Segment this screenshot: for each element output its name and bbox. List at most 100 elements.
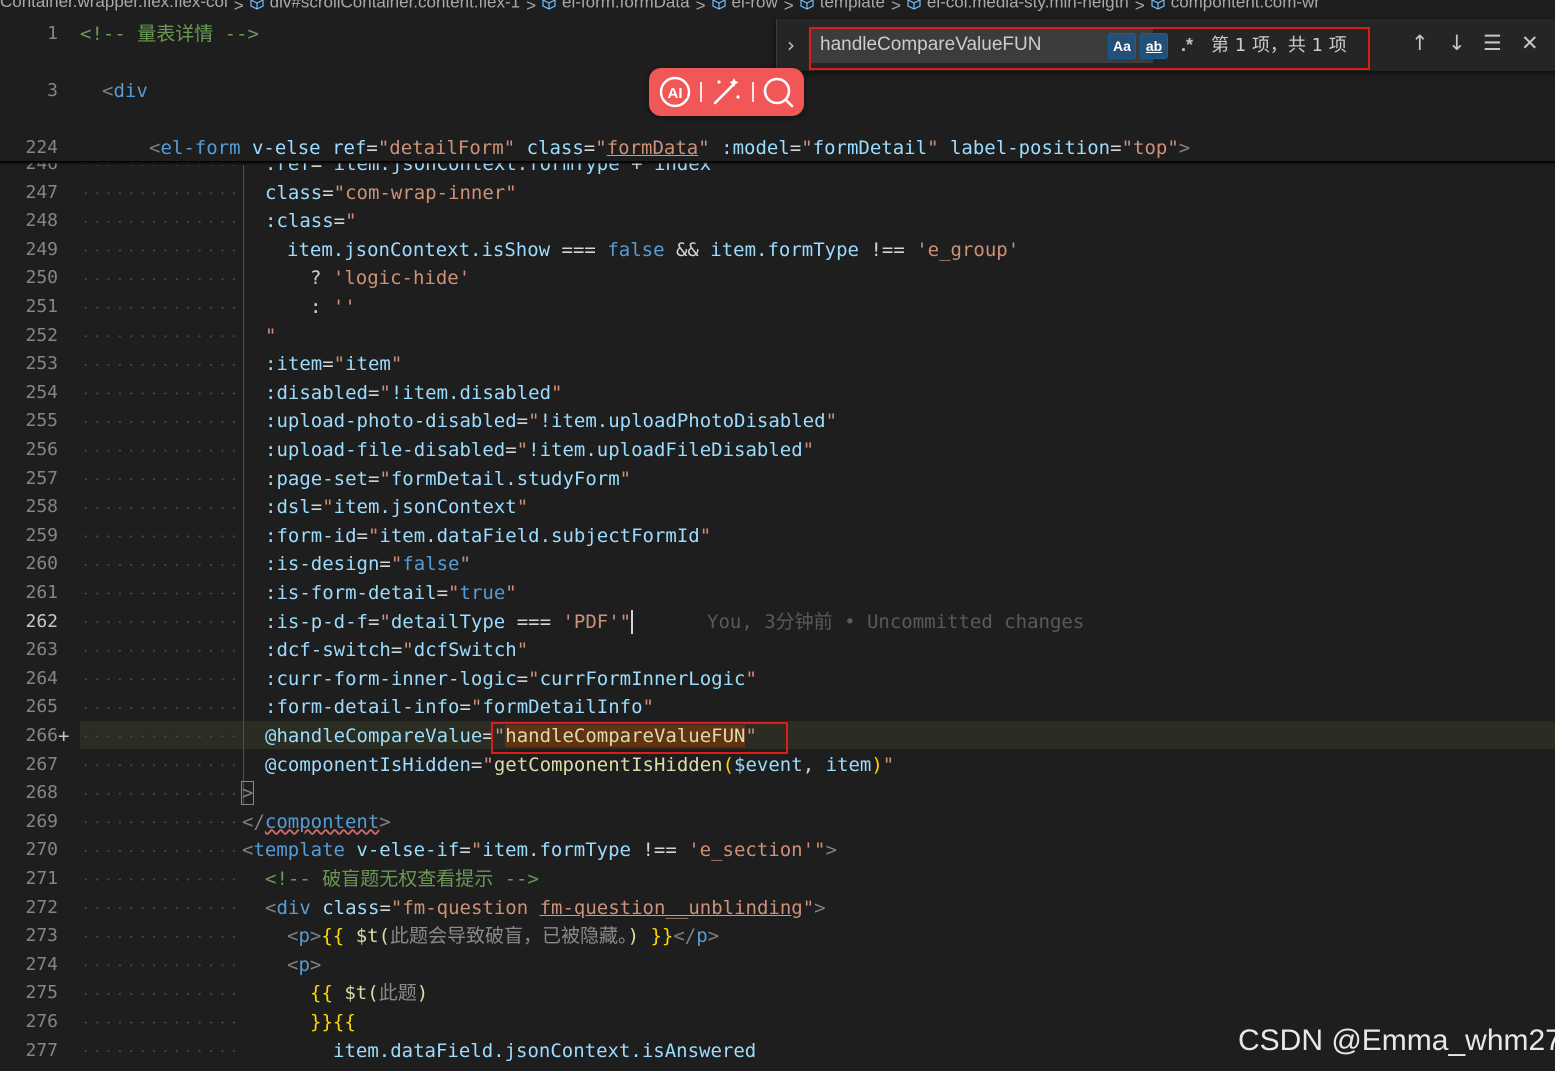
breadcrumb-item[interactable]: div#scrollContainer.content.flex-1 — [250, 0, 520, 10]
code-line[interactable]: 267 @componentIsHidden="getComponentIsHid… — [0, 751, 1555, 780]
code-line[interactable]: 274 <p> — [0, 951, 1555, 980]
code-text: : '' — [310, 296, 356, 318]
code-line[interactable]: 275 {{ $t(此题) — [0, 979, 1555, 1008]
code-line[interactable]: 256 :upload-file-disabled="!item.uploadFi… — [0, 436, 1555, 465]
chevron-right-icon: > — [233, 0, 244, 16]
code-line[interactable]: 264 :curr-form-inner-logic="currFormInner… — [0, 665, 1555, 694]
line-number: 271 — [25, 868, 58, 889]
line-number: 256 — [25, 439, 58, 460]
find-in-selection-icon[interactable]: ☰ — [1483, 31, 1502, 55]
breadcrumb-label: div#scrollContainer.content.flex-1 — [269, 0, 521, 12]
chevron-right-icon: > — [890, 0, 901, 16]
code-text: }}{{ — [310, 1011, 356, 1033]
code-line[interactable]: 247 class="com-wrap-inner" — [0, 179, 1555, 208]
code-text: " — [265, 324, 277, 347]
sticky-line[interactable]: 224 <el-form v-else ref="detailForm" clas… — [0, 134, 1555, 163]
code-line[interactable]: 251: '' — [0, 293, 1555, 322]
code-line[interactable]: 263:dcf-switch="dcfSwitch" — [0, 636, 1555, 665]
code-text: {{ $t(此题) — [310, 982, 429, 1005]
code-line[interactable]: 265 :form-detail-info="formDetailInfo" — [0, 693, 1555, 722]
toolbar-divider — [752, 82, 754, 102]
code-text: </compontent> — [242, 810, 391, 833]
code-text: :upload-photo-disabled="!item.uploadPhot… — [265, 410, 838, 433]
code-line[interactable]: 270 <template v-else-if="item.formType !=… — [0, 836, 1555, 865]
code-text: :form-id="item.dataField.subjectFormId" — [265, 524, 712, 547]
code-line[interactable]: 254:disabled="!item.disabled" — [0, 379, 1555, 408]
chevron-right-icon: > — [526, 0, 537, 16]
line-number: 265 — [25, 696, 58, 718]
code-line[interactable]: 249 item.jsonContext.isShow === false && … — [0, 236, 1555, 265]
line-number: 248 — [25, 210, 58, 232]
code-line[interactable]: 253:item="item" — [0, 350, 1555, 379]
code-line[interactable]: 258:dsl="item.jsonContext" — [0, 493, 1555, 522]
code-line[interactable]: 252 " — [0, 322, 1555, 351]
line-number: 253 — [25, 353, 58, 375]
line-number: 268 — [25, 782, 58, 804]
code-line[interactable]: 271 <!-- 破盲题无权查看提示 --> — [0, 865, 1555, 894]
line-number: 276 — [25, 1011, 58, 1032]
code-line[interactable]: 259:form-id="item.dataField.subjectFormI… — [0, 522, 1555, 551]
code-line[interactable]: 260 :is-design="false" — [0, 550, 1555, 579]
breadcrumb-item[interactable]: template — [800, 0, 885, 10]
code-line[interactable]: 269 </compontent> — [0, 808, 1555, 837]
highlight-box-line — [491, 722, 788, 754]
code-line[interactable]: 255:upload-photo-disabled="!item.uploadP… — [0, 407, 1555, 436]
code-line[interactable]: 248 :class=" — [0, 207, 1555, 236]
line-number: 257 — [25, 467, 58, 489]
search-icon[interactable] — [759, 73, 797, 111]
code-line[interactable]: 262 :is-p-d-f="detailType === 'PDF'" You, … — [0, 608, 1555, 637]
code-line[interactable]: 257 :page-set="formDetail.studyForm" — [0, 465, 1555, 494]
breadcrumb-label: compontent.com-wr — [1170, 0, 1320, 12]
line-number: 249 — [25, 238, 58, 260]
code-text: :is-form-detail="true" — [265, 582, 517, 604]
breadcrumb-item[interactable]: Container.wrapper.flex.flex-col — [0, 0, 228, 12]
line-number: 3 — [47, 80, 58, 102]
line-number: 263 — [25, 639, 58, 661]
code-text: :form-detail-info="formDetailInfo" — [265, 696, 654, 719]
code-line[interactable]: 273 <p>{{ $t(此题会导致破盲，已被隐藏。) }}</p> — [0, 922, 1555, 951]
code-text: :upload-file-disabled="!item.uploadFileD… — [265, 439, 815, 461]
code-line[interactable]: 268 > — [0, 779, 1555, 808]
code-text: <el-form v-else ref="detailForm" class="… — [149, 137, 1191, 160]
code-line[interactable]: 272 <div class="fm-question fm-question__… — [0, 894, 1555, 923]
code-text: :page-set="formDetail.studyForm" — [265, 467, 632, 490]
code-text: :is-design="false" — [265, 553, 471, 576]
code-text: <!-- 破盲题无权查看提示 --> — [265, 868, 539, 890]
breadcrumb-item[interactable]: el-form.formData — [542, 0, 690, 10]
inline-blame: You, 3分钟前 • Uncommitted changes — [707, 610, 1085, 633]
code-text: :curr-form-inner-logic="currFormInnerLog… — [265, 667, 757, 690]
line-number: 269 — [25, 810, 58, 832]
breadcrumb-label: el-row — [731, 0, 778, 12]
breadcrumb: Container.wrapper.flex.flex-col > div#scro… — [0, 0, 1555, 18]
arrow-down-icon[interactable]: ↓ — [1448, 31, 1466, 55]
close-icon[interactable]: ✕ — [1521, 31, 1539, 55]
chevron-right-icon[interactable]: › — [787, 33, 795, 57]
line-number: 264 — [25, 667, 58, 689]
code-text: item.dataField.jsonContext.isAnswered — [333, 1039, 757, 1062]
breadcrumb-label: template — [819, 0, 885, 12]
line-number: 270 — [25, 839, 58, 861]
ai-icon[interactable]: AI — [656, 73, 694, 111]
ai-toolbar: AI — [649, 68, 804, 116]
toolbar-divider — [700, 82, 702, 102]
chevron-right-icon: > — [783, 0, 794, 16]
watermark: CSDN @Emma_whm27 — [1238, 1024, 1555, 1057]
line-number: 261 — [25, 582, 58, 603]
arrow-up-icon[interactable]: ↑ — [1411, 31, 1429, 55]
added-line-marker-icon: + — [58, 725, 70, 747]
line-number: 260 — [25, 553, 58, 575]
breadcrumb-item[interactable]: el-row — [711, 0, 778, 12]
code-text: :class=" — [265, 210, 357, 233]
code-text: :dsl="item.jsonContext" — [265, 496, 529, 519]
magic-wand-icon[interactable] — [707, 73, 745, 111]
code-text: <p> — [287, 953, 322, 976]
code-text: :is-p-d-f="detailType === 'PDF'" — [265, 610, 634, 635]
line-number: 247 — [25, 181, 58, 203]
code-line[interactable]: 261 :is-form-detail="true" — [0, 579, 1555, 608]
breadcrumb-item[interactable]: el-col.media-sty.min-heigth — [907, 0, 1129, 10]
line-number: 262 — [25, 610, 58, 632]
line-number: 252 — [25, 324, 58, 346]
breadcrumb-label: Container.wrapper.flex.flex-col — [0, 0, 228, 12]
breadcrumb-item[interactable]: compontent.com-wr — [1151, 0, 1320, 10]
code-line[interactable]: 250 ? 'logic-hide' — [0, 264, 1555, 293]
